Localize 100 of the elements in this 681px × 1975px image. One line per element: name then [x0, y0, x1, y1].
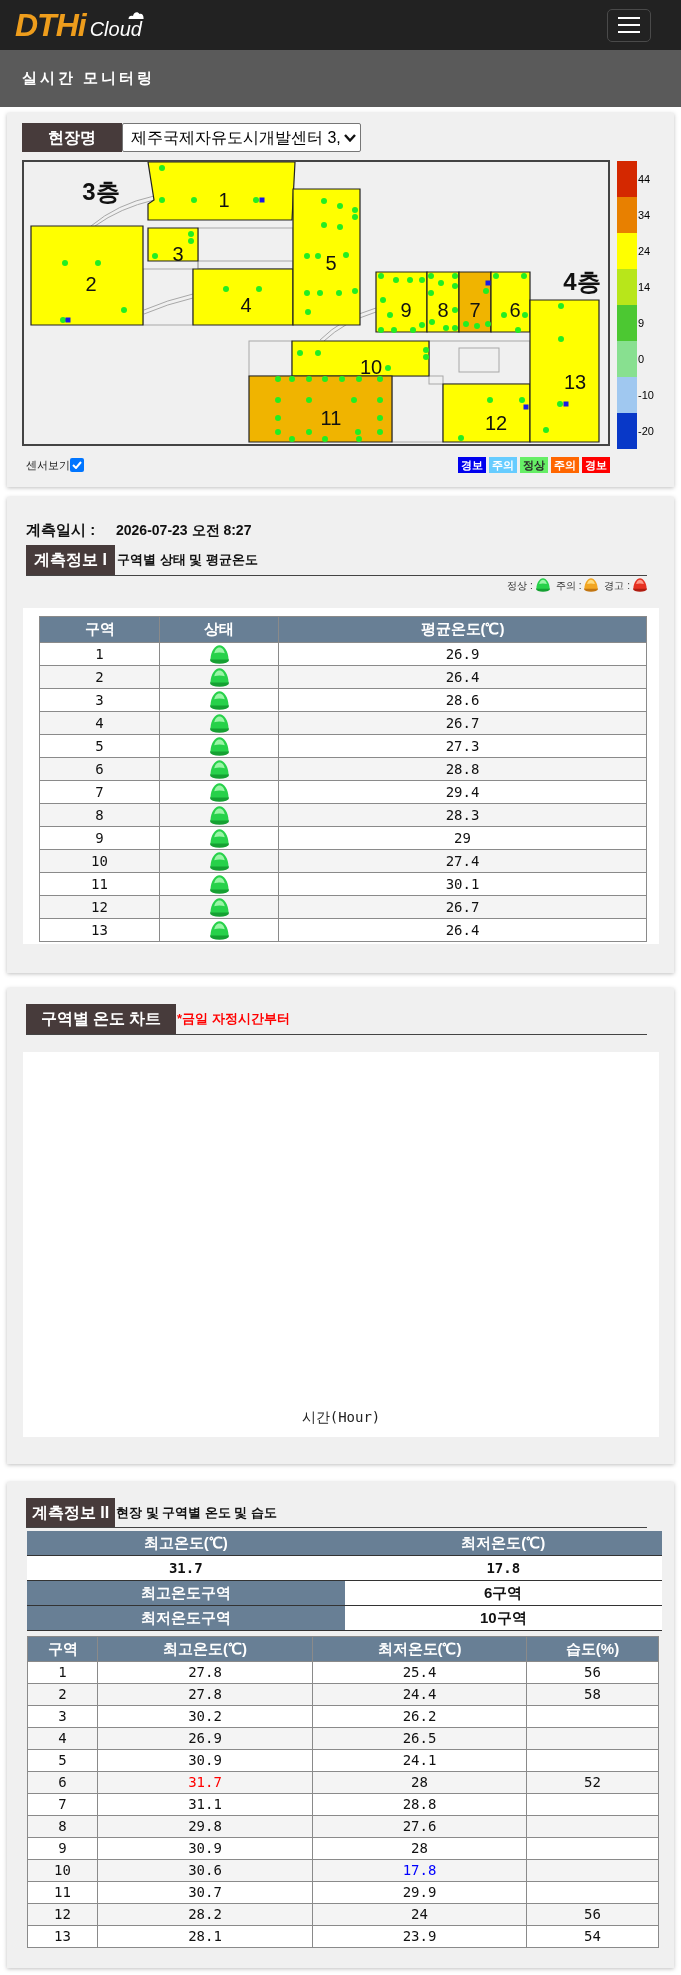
table-cell: 28.3 [278, 803, 647, 827]
zone-number: 13 [563, 371, 587, 393]
sensor-dot-icon [378, 273, 384, 279]
scale-label: -20 [638, 423, 654, 439]
table-cell: 28.1 [97, 1925, 313, 1948]
sensor-dot-icon [493, 273, 499, 279]
checkbox-label: 센서보기 [26, 458, 70, 473]
table-cell: 5 [27, 1749, 98, 1772]
sensor-dot-icon [429, 319, 435, 325]
legend-badge: 주의 [489, 457, 517, 474]
table-cell: 29 [278, 826, 647, 850]
sensor-checkbox[interactable] [70, 458, 84, 473]
sensor-dot-icon [275, 376, 281, 382]
table-cell: 7 [39, 780, 160, 804]
walkway-drawing [143, 293, 194, 315]
sensor-dot-icon [339, 376, 345, 382]
table-cell: 30.9 [97, 1749, 313, 1772]
table-cell: 27.3 [278, 734, 647, 758]
table-cell: 2 [27, 1683, 98, 1706]
menu-button[interactable] [607, 8, 651, 42]
sensor-dot-icon [483, 288, 489, 294]
sensor-dot-icon [289, 376, 295, 382]
logo-text: DTHi [15, 9, 86, 41]
table-cell: 29.8 [97, 1815, 313, 1838]
table-cell: 3 [27, 1705, 98, 1728]
sensor-dot-icon [337, 203, 343, 209]
legend-label: 주의 : [555, 578, 582, 593]
table-cell: 27.8 [97, 1661, 313, 1684]
table-cell: 58 [526, 1683, 659, 1706]
sensor-dot-icon [289, 436, 295, 442]
table-cell: 26.4 [278, 918, 647, 942]
sensor-dot-icon [428, 273, 434, 279]
table-cell: 52 [526, 1771, 659, 1794]
table-cell: 25.4 [312, 1661, 527, 1684]
section-title: 계측정보 I [26, 545, 115, 575]
table-cell: 6 [27, 1771, 98, 1794]
menu-icon [618, 17, 640, 33]
floor-label: 3층 [82, 178, 120, 205]
sensor-dot-icon [501, 312, 507, 318]
column-header: 최고온도(℃) [97, 1636, 313, 1662]
zone-number: 6 [509, 299, 521, 321]
table-cell: 29.9 [312, 1881, 527, 1904]
zone-number: 3 [172, 243, 184, 265]
table-cell: 1 [39, 642, 160, 666]
sensor-dot-icon [377, 429, 383, 435]
table-cell: 10 [27, 1859, 98, 1882]
table-cell: 11 [39, 872, 160, 896]
sensor-dot-icon [452, 307, 458, 313]
sensor-dot-icon [558, 303, 564, 309]
sensor-dot-icon [463, 321, 469, 327]
column-header: 평균온도(℃) [278, 616, 647, 643]
table-cell: 4 [39, 711, 160, 735]
legend-badge: 주의 [551, 457, 579, 474]
sensor-dot-icon [306, 397, 312, 403]
table-cell: 8 [39, 803, 160, 827]
sensor-dot-icon [380, 297, 386, 303]
sensor-dot-icon [343, 252, 349, 258]
table-cell: 31.7 [97, 1771, 313, 1794]
table-cell: 26.4 [278, 665, 647, 689]
table-cell: 30.6 [97, 1859, 313, 1882]
table-cell: 9 [27, 1837, 98, 1860]
table-cell: 6 [39, 757, 160, 781]
table-cell: 9 [39, 826, 160, 850]
legend-label: 정상 : [507, 578, 533, 593]
sensor-dot-icon [352, 288, 358, 294]
sensor-dot-icon [315, 350, 321, 356]
sensor-dot-icon [387, 312, 393, 318]
table-cell: 5 [39, 734, 160, 758]
table-cell: 12 [27, 1903, 98, 1926]
site-select[interactable]: 제주국제자유도시개발센터 3, [122, 123, 361, 152]
table-cell: 30.7 [97, 1881, 313, 1904]
logo-subtext: Cloud [89, 19, 142, 39]
table-cell: 11 [27, 1881, 98, 1904]
table-cell: 6구역 [344, 1581, 662, 1605]
table-cell: 3 [39, 688, 160, 712]
table-cell: 17.8 [344, 1556, 662, 1580]
sensor-dot-icon [385, 365, 391, 371]
sensor-dot-icon [522, 312, 528, 318]
zone-number: 2 [85, 273, 97, 295]
zone-number: 7 [469, 299, 481, 321]
table-cell: 26.7 [278, 711, 647, 735]
sensor-dot-icon [377, 376, 383, 382]
sensor-dot-icon [407, 277, 413, 283]
section-title: 구역별 온도 차트 [26, 1004, 176, 1034]
table-cell: 1 [27, 1661, 98, 1684]
site-label: 현장명 [22, 123, 122, 152]
table-cell: 28.2 [97, 1903, 313, 1926]
sensor-dot-icon [191, 197, 197, 203]
table-cell: 54 [526, 1925, 659, 1948]
table-cell: 28.8 [278, 757, 647, 781]
row-header: 최저온도구역 [27, 1606, 345, 1630]
sensor-dot-icon [321, 198, 327, 204]
sensor-dot-icon [95, 260, 101, 266]
table-cell: 4 [27, 1727, 98, 1750]
room-outline [458, 347, 500, 373]
table-cell: 28.8 [312, 1793, 527, 1816]
zone-number: 12 [484, 412, 508, 434]
table-cell: 13 [27, 1925, 98, 1948]
sensor-dot-icon [452, 283, 458, 289]
sensor-dot-icon [419, 277, 425, 283]
